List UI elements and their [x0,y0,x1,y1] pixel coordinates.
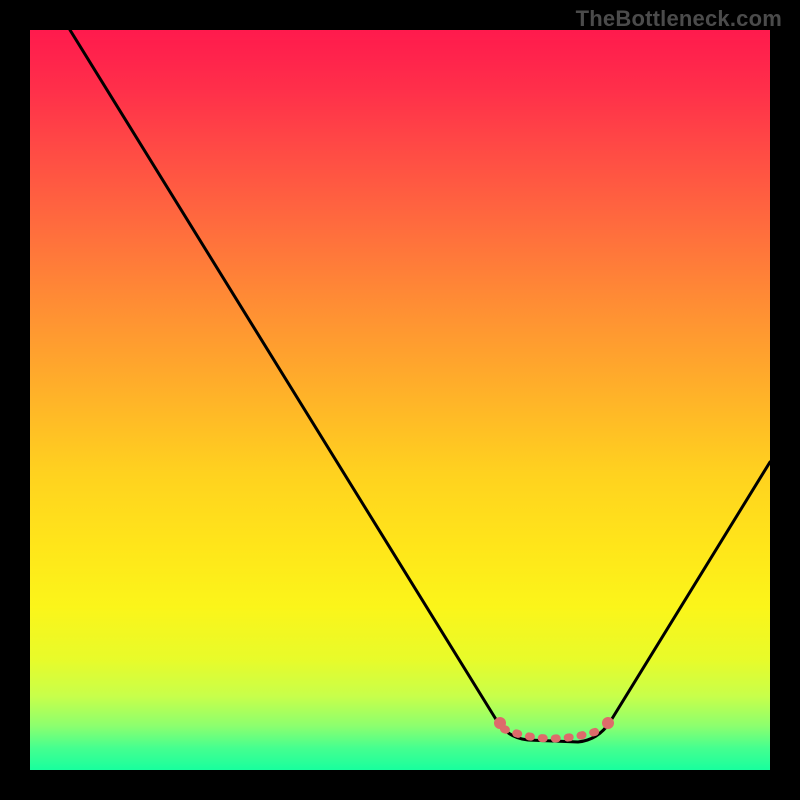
watermark-text: TheBottleneck.com [576,6,782,32]
flat-dotted-segment [504,729,604,739]
chart-frame: TheBottleneck.com [0,0,800,800]
bottleneck-curve [70,30,770,742]
plot-area [30,30,770,770]
right-marker [602,717,614,729]
left-marker [494,717,506,729]
curve-layer [30,30,770,770]
